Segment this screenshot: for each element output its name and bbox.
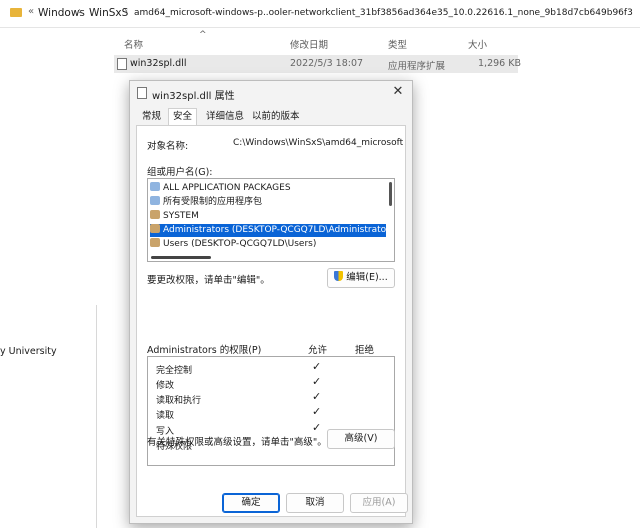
chevron-left-icon[interactable]: « — [28, 6, 34, 17]
breadcrumb-winsxs[interactable]: WinSxS — [89, 7, 128, 19]
permission-name: 修改 — [156, 381, 175, 391]
ok-button[interactable]: 确定 — [222, 493, 280, 513]
security-panel: 对象名称: C:\Windows\WinSxS\amd64_microsoft-… — [136, 125, 406, 517]
file-icon — [117, 58, 127, 70]
shield-icon — [334, 271, 344, 281]
properties-dialog: win32spl.dll 属性 ✕ 常规 安全 详细信息 以前的版本 对象名称:… — [129, 80, 413, 524]
edit-button[interactable]: 编辑(E)... — [327, 268, 395, 288]
allow-check-icon: ✓ — [312, 375, 322, 388]
dialog-titlebar[interactable]: win32spl.dll 属性 ✕ — [130, 81, 412, 105]
package-icon — [150, 182, 160, 191]
allow-check-icon: ✓ — [312, 360, 322, 373]
address-bar[interactable]: « Windows › WinSxS › amd64_microsoft-win… — [0, 0, 640, 28]
permission-name: 完全控制 — [156, 366, 193, 376]
group-item[interactable]: Users (DESKTOP-QCGQ7LD\Users) — [150, 238, 378, 251]
apply-button[interactable]: 应用(A) — [350, 493, 408, 513]
permissions-label: Administrators 的权限(P) — [147, 345, 262, 356]
advanced-hint: 有关特殊权限或高级设置，请单击"高级"。 — [147, 437, 327, 448]
groups-list[interactable]: ALL APPLICATION PACKAGES 所有受限制的应用程序包 SYS… — [147, 178, 395, 262]
navigation-pane — [0, 28, 104, 528]
column-name[interactable]: 名称 — [124, 37, 143, 51]
close-icon[interactable]: ✕ — [390, 84, 406, 100]
group-item-selected[interactable]: Administrators (DESKTOP-QCGQ7LD\Administ… — [150, 224, 394, 237]
group-item[interactable]: ALL APPLICATION PACKAGES — [150, 182, 378, 195]
file-row[interactable]: win32spl.dll 2022/5/3 18:07 应用程序扩展 1,296… — [114, 55, 521, 73]
tab-general[interactable]: 常规 — [138, 109, 165, 125]
nav-item-label[interactable]: y University — [0, 346, 57, 357]
groups-label: 组或用户名(G): — [147, 167, 213, 178]
deny-header: 拒绝 — [355, 345, 375, 356]
file-size: 1,296 KB — [478, 58, 521, 69]
users-icon — [150, 238, 160, 247]
allow-check-icon: ✓ — [312, 421, 322, 434]
folder-icon — [10, 8, 22, 17]
allow-check-icon: ✓ — [312, 405, 322, 418]
chevron-right-icon: › — [78, 6, 82, 17]
vertical-scrollbar[interactable] — [389, 182, 392, 206]
file-type: 应用程序扩展 — [388, 61, 446, 72]
users-icon — [150, 210, 160, 219]
allow-check-icon: ✓ — [312, 390, 322, 403]
column-headers: 名称 ^ 修改日期 类型 大小 — [104, 30, 640, 52]
group-item[interactable]: 所有受限制的应用程序包 — [150, 196, 378, 209]
chevron-right-icon: › — [124, 6, 128, 17]
edit-hint: 要更改权限，请单击"编辑"。 — [147, 275, 270, 286]
users-icon — [150, 224, 160, 233]
permission-name: 读取和执行 — [156, 396, 202, 406]
object-name-label: 对象名称: — [147, 141, 189, 152]
advanced-button[interactable]: 高级(V) — [327, 429, 395, 449]
pane-divider[interactable] — [96, 305, 97, 528]
group-item[interactable]: SYSTEM — [150, 210, 378, 223]
column-size[interactable]: 大小 — [468, 37, 487, 51]
column-type[interactable]: 类型 — [388, 37, 407, 51]
file-icon — [137, 87, 147, 99]
file-name: win32spl.dll — [130, 58, 187, 69]
package-icon — [150, 196, 160, 205]
allow-header: 允许 — [308, 345, 328, 356]
sort-up-icon: ^ — [199, 30, 207, 40]
horizontal-scrollbar[interactable] — [151, 256, 211, 259]
permission-name: 读取 — [156, 411, 175, 421]
tab-details[interactable]: 详细信息 — [202, 109, 248, 125]
column-date[interactable]: 修改日期 — [290, 37, 328, 51]
object-name-value: C:\Windows\WinSxS\amd64_microsoft-window… — [233, 138, 403, 148]
permissions-list: 完全控制 ✓ 修改 ✓ 读取和执行 ✓ 读取 ✓ 写入 ✓ 特殊权限 — [147, 356, 395, 466]
cancel-button[interactable]: 取消 — [286, 493, 344, 513]
tab-previous-versions[interactable]: 以前的版本 — [248, 109, 304, 125]
dialog-title: win32spl.dll 属性 — [152, 91, 235, 102]
file-date: 2022/5/3 18:07 — [290, 58, 364, 69]
breadcrumb-folder[interactable]: amd64_microsoft-windows-p..ooler-network… — [134, 8, 633, 18]
